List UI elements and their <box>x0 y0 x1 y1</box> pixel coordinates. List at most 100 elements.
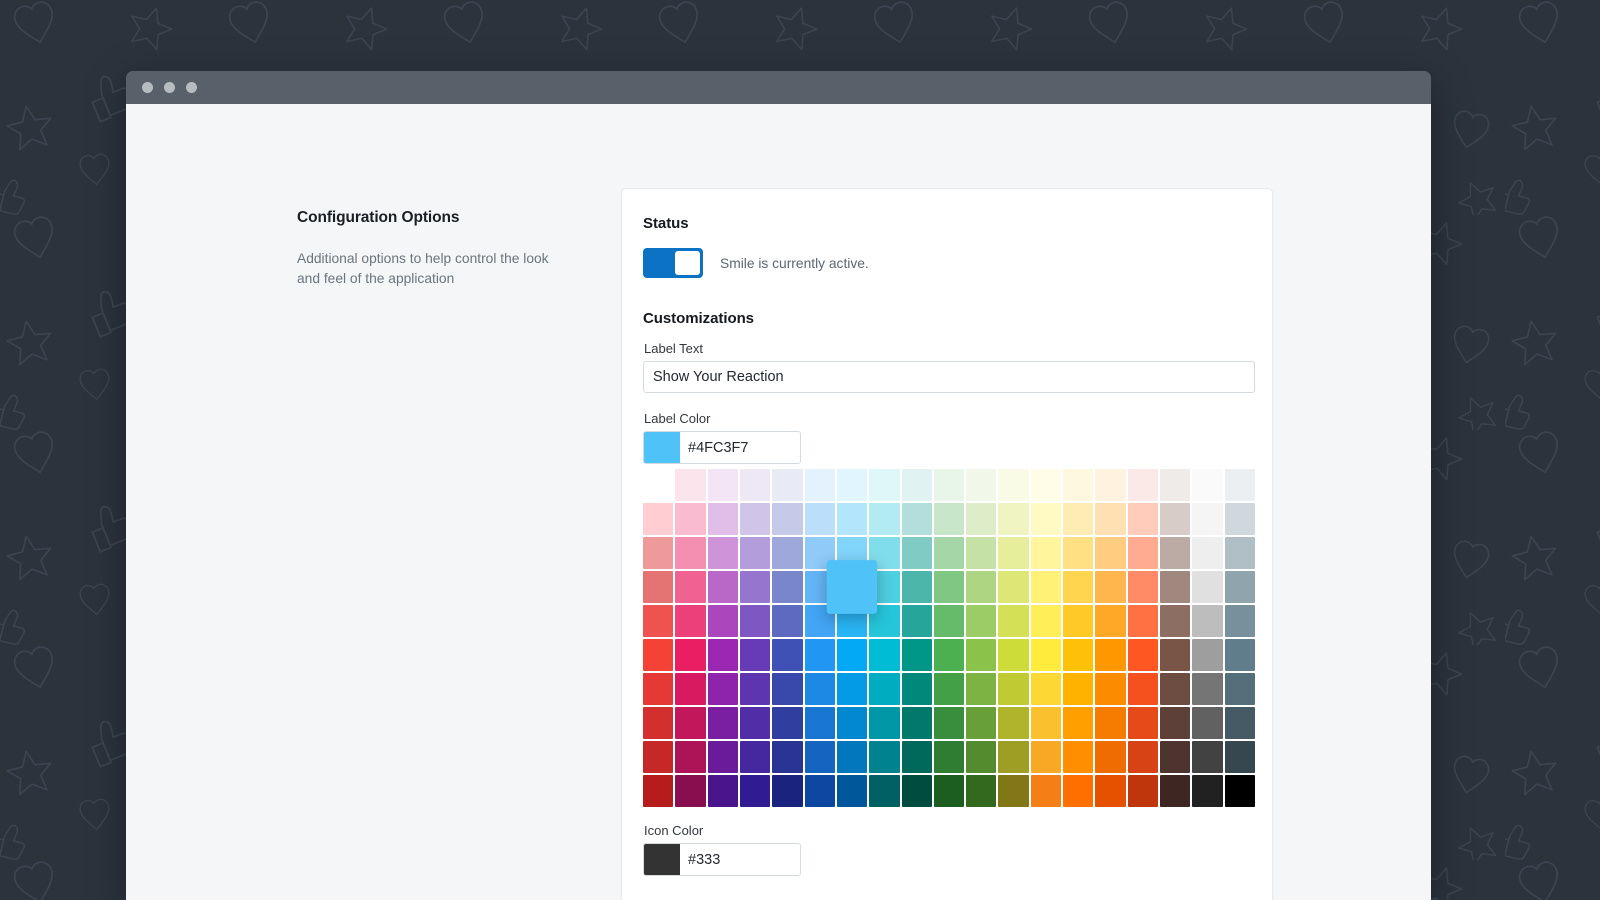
palette-swatch[interactable] <box>675 707 705 739</box>
palette-swatch[interactable] <box>643 537 673 569</box>
palette-swatch[interactable] <box>1192 775 1222 807</box>
palette-swatch[interactable] <box>837 469 867 501</box>
palette-swatch[interactable] <box>1031 673 1061 705</box>
palette-swatch[interactable] <box>708 537 738 569</box>
palette-swatch[interactable] <box>1225 775 1255 807</box>
palette-swatch[interactable] <box>902 605 932 637</box>
palette-swatch[interactable] <box>966 537 996 569</box>
palette-swatch[interactable] <box>1031 775 1061 807</box>
palette-swatch[interactable] <box>934 537 964 569</box>
palette-swatch[interactable] <box>740 605 770 637</box>
palette-swatch[interactable] <box>675 605 705 637</box>
palette-swatch[interactable] <box>1128 469 1158 501</box>
label-color-hex-input[interactable] <box>680 432 800 463</box>
palette-swatch[interactable] <box>772 469 802 501</box>
palette-swatch[interactable] <box>934 673 964 705</box>
palette-swatch[interactable] <box>1095 537 1125 569</box>
palette-swatch[interactable] <box>1225 673 1255 705</box>
palette-swatch[interactable] <box>1095 775 1125 807</box>
close-icon[interactable] <box>142 82 153 93</box>
icon-color-hex-input[interactable] <box>680 844 800 875</box>
palette-swatch[interactable] <box>772 537 802 569</box>
label-color-swatch[interactable] <box>644 432 680 463</box>
palette-swatch[interactable] <box>1095 469 1125 501</box>
palette-swatch[interactable] <box>1160 503 1190 535</box>
palette-swatch[interactable] <box>805 707 835 739</box>
palette-swatch[interactable] <box>966 605 996 637</box>
palette-swatch[interactable] <box>1031 469 1061 501</box>
palette-swatch[interactable] <box>1095 707 1125 739</box>
palette-swatch[interactable] <box>966 503 996 535</box>
palette-swatch[interactable] <box>805 741 835 773</box>
palette-swatch[interactable] <box>934 605 964 637</box>
icon-color-swatch[interactable] <box>644 844 680 875</box>
palette-swatch[interactable] <box>966 775 996 807</box>
palette-swatch[interactable] <box>837 775 867 807</box>
palette-swatch[interactable] <box>708 673 738 705</box>
palette-swatch[interactable] <box>772 741 802 773</box>
palette-swatch[interactable] <box>1225 605 1255 637</box>
palette-swatch[interactable] <box>869 741 899 773</box>
palette-swatch[interactable] <box>1063 469 1093 501</box>
palette-swatch[interactable] <box>1128 571 1158 603</box>
palette-swatch[interactable] <box>869 503 899 535</box>
palette-swatch[interactable] <box>966 673 996 705</box>
palette-swatch[interactable] <box>869 673 899 705</box>
palette-swatch[interactable] <box>1225 741 1255 773</box>
palette-swatch[interactable] <box>998 741 1028 773</box>
palette-swatch[interactable] <box>1128 605 1158 637</box>
palette-swatch[interactable] <box>1192 673 1222 705</box>
palette-swatch[interactable] <box>869 639 899 671</box>
palette-swatch[interactable] <box>837 503 867 535</box>
palette-swatch[interactable] <box>869 775 899 807</box>
palette-swatch[interactable] <box>998 469 1028 501</box>
maximize-icon[interactable] <box>186 82 197 93</box>
palette-swatch[interactable] <box>934 707 964 739</box>
palette-swatch[interactable] <box>1160 775 1190 807</box>
palette-swatch[interactable] <box>772 571 802 603</box>
palette-swatch[interactable] <box>1031 503 1061 535</box>
palette-swatch[interactable] <box>966 639 996 671</box>
icon-color-field[interactable] <box>643 843 801 876</box>
palette-swatch[interactable] <box>966 469 996 501</box>
palette-swatch[interactable] <box>675 673 705 705</box>
palette-swatch[interactable] <box>708 707 738 739</box>
palette-swatch[interactable] <box>643 571 673 603</box>
palette-swatch[interactable] <box>998 605 1028 637</box>
palette-swatch[interactable] <box>1225 503 1255 535</box>
palette-swatch[interactable] <box>1192 571 1222 603</box>
palette-swatch[interactable] <box>1063 775 1093 807</box>
palette-swatch[interactable] <box>643 775 673 807</box>
palette-swatch[interactable] <box>902 707 932 739</box>
palette-swatch[interactable] <box>772 707 802 739</box>
palette-swatch[interactable] <box>675 571 705 603</box>
palette-swatch[interactable] <box>1225 537 1255 569</box>
palette-swatch[interactable] <box>1160 537 1190 569</box>
palette-swatch[interactable] <box>1192 469 1222 501</box>
palette-swatch[interactable] <box>1160 605 1190 637</box>
palette-swatch[interactable] <box>708 775 738 807</box>
palette-swatch[interactable] <box>1192 707 1222 739</box>
palette-swatch[interactable] <box>1160 469 1190 501</box>
palette-swatch[interactable] <box>1160 673 1190 705</box>
palette-swatch-selected[interactable] <box>827 560 878 614</box>
palette-swatch[interactable] <box>1063 571 1093 603</box>
palette-swatch[interactable] <box>902 571 932 603</box>
palette-swatch[interactable] <box>643 639 673 671</box>
palette-swatch[interactable] <box>837 707 867 739</box>
palette-swatch[interactable] <box>1225 707 1255 739</box>
palette-swatch[interactable] <box>1128 537 1158 569</box>
palette-swatch[interactable] <box>998 503 1028 535</box>
palette-swatch[interactable] <box>1128 707 1158 739</box>
palette-swatch[interactable] <box>740 741 770 773</box>
palette-swatch[interactable] <box>934 741 964 773</box>
palette-swatch[interactable] <box>772 639 802 671</box>
palette-swatch[interactable] <box>675 775 705 807</box>
palette-swatch[interactable] <box>1063 741 1093 773</box>
palette-swatch[interactable] <box>1063 673 1093 705</box>
palette-swatch[interactable] <box>805 775 835 807</box>
palette-swatch[interactable] <box>1128 741 1158 773</box>
palette-swatch[interactable] <box>1128 639 1158 671</box>
palette-swatch[interactable] <box>708 639 738 671</box>
palette-swatch[interactable] <box>740 537 770 569</box>
